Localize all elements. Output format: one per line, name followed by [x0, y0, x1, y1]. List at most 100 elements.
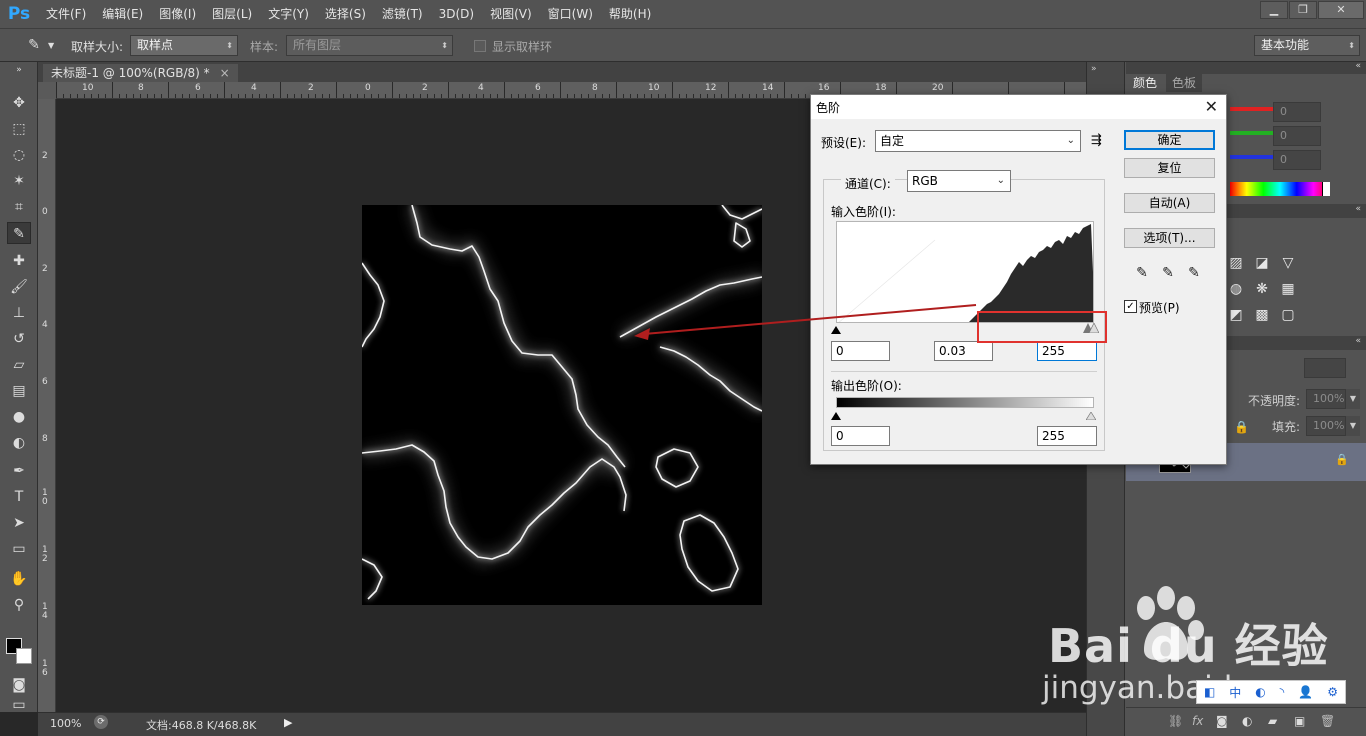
green-value[interactable]: 0: [1273, 126, 1321, 146]
opacity-dropdown-icon[interactable]: ▼: [1346, 389, 1360, 409]
expand-icon[interactable]: «: [1355, 336, 1361, 346]
expand-icon[interactable]: «: [1355, 61, 1361, 71]
add-mask-icon[interactable]: ◙: [1216, 714, 1228, 728]
channel-select[interactable]: RGB ⌄: [907, 170, 1011, 192]
tab-color[interactable]: 颜色: [1127, 74, 1164, 92]
restore-icon[interactable]: ❐: [1289, 1, 1317, 19]
options-button[interactable]: 选项(T)...: [1124, 228, 1215, 248]
menu-edit[interactable]: 编辑(E): [94, 0, 151, 28]
eyedropper-tool-icon[interactable]: ✎: [7, 222, 31, 244]
gear-icon[interactable]: ⚙: [1327, 685, 1338, 699]
quick-mask-icon[interactable]: ◙: [7, 674, 31, 696]
white-point-eyedropper-icon[interactable]: ✎: [1185, 265, 1203, 283]
fill-value[interactable]: 100%: [1306, 416, 1346, 436]
eraser-tool-icon[interactable]: ▱: [7, 354, 31, 376]
selective-color-icon[interactable]: ▩: [1252, 306, 1272, 324]
vertical-ruler[interactable]: 2 0 2 4 6 8 1 0 1 2 1 4 1 6: [38, 99, 56, 712]
curves-adjustment-icon[interactable]: ◪: [1252, 254, 1272, 272]
output-white-field[interactable]: 255: [1037, 426, 1097, 446]
input-black-slider[interactable]: [831, 323, 841, 334]
layer-filter-box[interactable]: [1304, 358, 1346, 378]
output-white-slider[interactable]: [1085, 409, 1097, 421]
color-lookup-icon[interactable]: ▦: [1278, 280, 1298, 298]
levels-adjustment-icon[interactable]: ▨: [1226, 254, 1246, 272]
zoom-level[interactable]: 100%: [50, 717, 81, 730]
magic-wand-tool-icon[interactable]: ✶: [7, 170, 31, 192]
punctuation-icon[interactable]: ◝: [1280, 685, 1285, 699]
collapse-toolbar-icon[interactable]: »: [7, 64, 31, 76]
user-icon[interactable]: 👤: [1298, 685, 1313, 699]
menu-3d[interactable]: 3D(D): [431, 0, 482, 28]
dialog-title-bar[interactable]: 色阶 ✕: [811, 95, 1226, 119]
clone-stamp-tool-icon[interactable]: ⊥: [7, 302, 31, 324]
preset-dropdown-arrow-icon[interactable]: ▼: [48, 41, 54, 50]
new-layer-icon[interactable]: ▣: [1294, 714, 1305, 728]
trash-icon[interactable]: 🗑: [1320, 714, 1335, 728]
type-tool-icon[interactable]: T: [7, 486, 31, 508]
channel-mixer-icon[interactable]: ❋: [1252, 280, 1272, 298]
lightning-image[interactable]: [362, 205, 762, 605]
status-menu-arrow-icon[interactable]: ▶: [284, 716, 292, 729]
color-spectrum[interactable]: [1230, 182, 1330, 196]
collapse-icon[interactable]: »: [1091, 64, 1097, 74]
gradient-map-icon[interactable]: ▽: [1278, 254, 1298, 272]
lasso-tool-icon[interactable]: ◌: [7, 144, 31, 166]
invert-icon[interactable]: ▢: [1278, 306, 1298, 324]
ime-logo-icon[interactable]: ◧: [1204, 685, 1215, 699]
ruler-origin[interactable]: [38, 82, 56, 99]
menu-window[interactable]: 窗口(W): [540, 0, 601, 28]
menu-filter[interactable]: 滤镜(T): [374, 0, 431, 28]
menu-file[interactable]: 文件(F): [38, 0, 94, 28]
pen-tool-icon[interactable]: ✒: [7, 460, 31, 482]
ime-mode[interactable]: 中: [1229, 684, 1241, 701]
gradient-tool-icon[interactable]: ▤: [7, 380, 31, 402]
gray-point-eyedropper-icon[interactable]: ✎: [1159, 265, 1177, 283]
document-tab[interactable]: 未标题-1 @ 100%(RGB/8) * ×: [43, 64, 238, 82]
eyedropper-tool-preset-icon[interactable]: ✎: [22, 34, 46, 56]
sample-select[interactable]: 所有图层 ⬍: [286, 35, 453, 56]
history-brush-tool-icon[interactable]: ↺: [7, 328, 31, 350]
moon-icon[interactable]: ◐: [1255, 685, 1265, 699]
ok-button[interactable]: 确定: [1124, 130, 1215, 150]
preset-select[interactable]: 自定 ⌄: [875, 130, 1081, 152]
close-icon[interactable]: ✕: [1205, 97, 1218, 116]
tab-swatches[interactable]: 色板: [1166, 74, 1203, 92]
move-tool-icon[interactable]: ✥: [7, 92, 31, 114]
menu-type[interactable]: 文字(Y): [260, 0, 317, 28]
lock-icon[interactable]: 🔒: [1234, 420, 1249, 434]
input-black-field[interactable]: 0: [831, 341, 890, 361]
menu-layer[interactable]: 图层(L): [204, 0, 260, 28]
close-icon[interactable]: ✕: [1318, 1, 1364, 19]
preset-options-icon[interactable]: ⇶: [1091, 133, 1102, 148]
menu-view[interactable]: 视图(V): [482, 0, 540, 28]
adjustment-layer-icon[interactable]: ◐: [1242, 714, 1252, 728]
screen-mode-icon[interactable]: ▭: [7, 698, 31, 712]
brush-tool-icon[interactable]: 🖌: [7, 276, 31, 298]
opacity-value[interactable]: 100%: [1306, 389, 1346, 409]
new-group-icon[interactable]: ▰: [1268, 714, 1277, 728]
healing-brush-tool-icon[interactable]: ✚: [7, 250, 31, 272]
input-gamma-field[interactable]: 0.03: [934, 341, 993, 361]
preview-checkbox[interactable]: ✓: [1124, 300, 1137, 313]
expand-icon[interactable]: «: [1355, 204, 1361, 214]
hue-saturation-icon[interactable]: ◍: [1226, 280, 1246, 298]
crop-tool-icon[interactable]: ⌗: [7, 196, 31, 218]
rectangle-tool-icon[interactable]: ▭: [7, 538, 31, 560]
path-selection-tool-icon[interactable]: ➤: [7, 512, 31, 534]
minimize-icon[interactable]: ▁: [1260, 1, 1288, 19]
blue-value[interactable]: 0: [1273, 150, 1321, 170]
close-icon[interactable]: ×: [220, 66, 230, 80]
fill-dropdown-icon[interactable]: ▼: [1346, 416, 1360, 436]
red-value[interactable]: 0: [1273, 102, 1321, 122]
input-white-field[interactable]: 255: [1037, 341, 1097, 361]
output-black-slider[interactable]: [831, 409, 841, 420]
link-layers-icon[interactable]: ⛓: [1168, 714, 1183, 728]
menu-image[interactable]: 图像(I): [151, 0, 204, 28]
black-point-eyedropper-icon[interactable]: ✎: [1133, 265, 1151, 283]
zoom-tool-icon[interactable]: ⚲: [7, 594, 31, 616]
output-black-field[interactable]: 0: [831, 426, 890, 446]
threshold-icon[interactable]: ◩: [1226, 306, 1246, 324]
fx-icon[interactable]: fx: [1192, 714, 1203, 728]
dodge-tool-icon[interactable]: ◐: [7, 432, 31, 454]
hand-tool-icon[interactable]: ✋: [7, 568, 31, 590]
